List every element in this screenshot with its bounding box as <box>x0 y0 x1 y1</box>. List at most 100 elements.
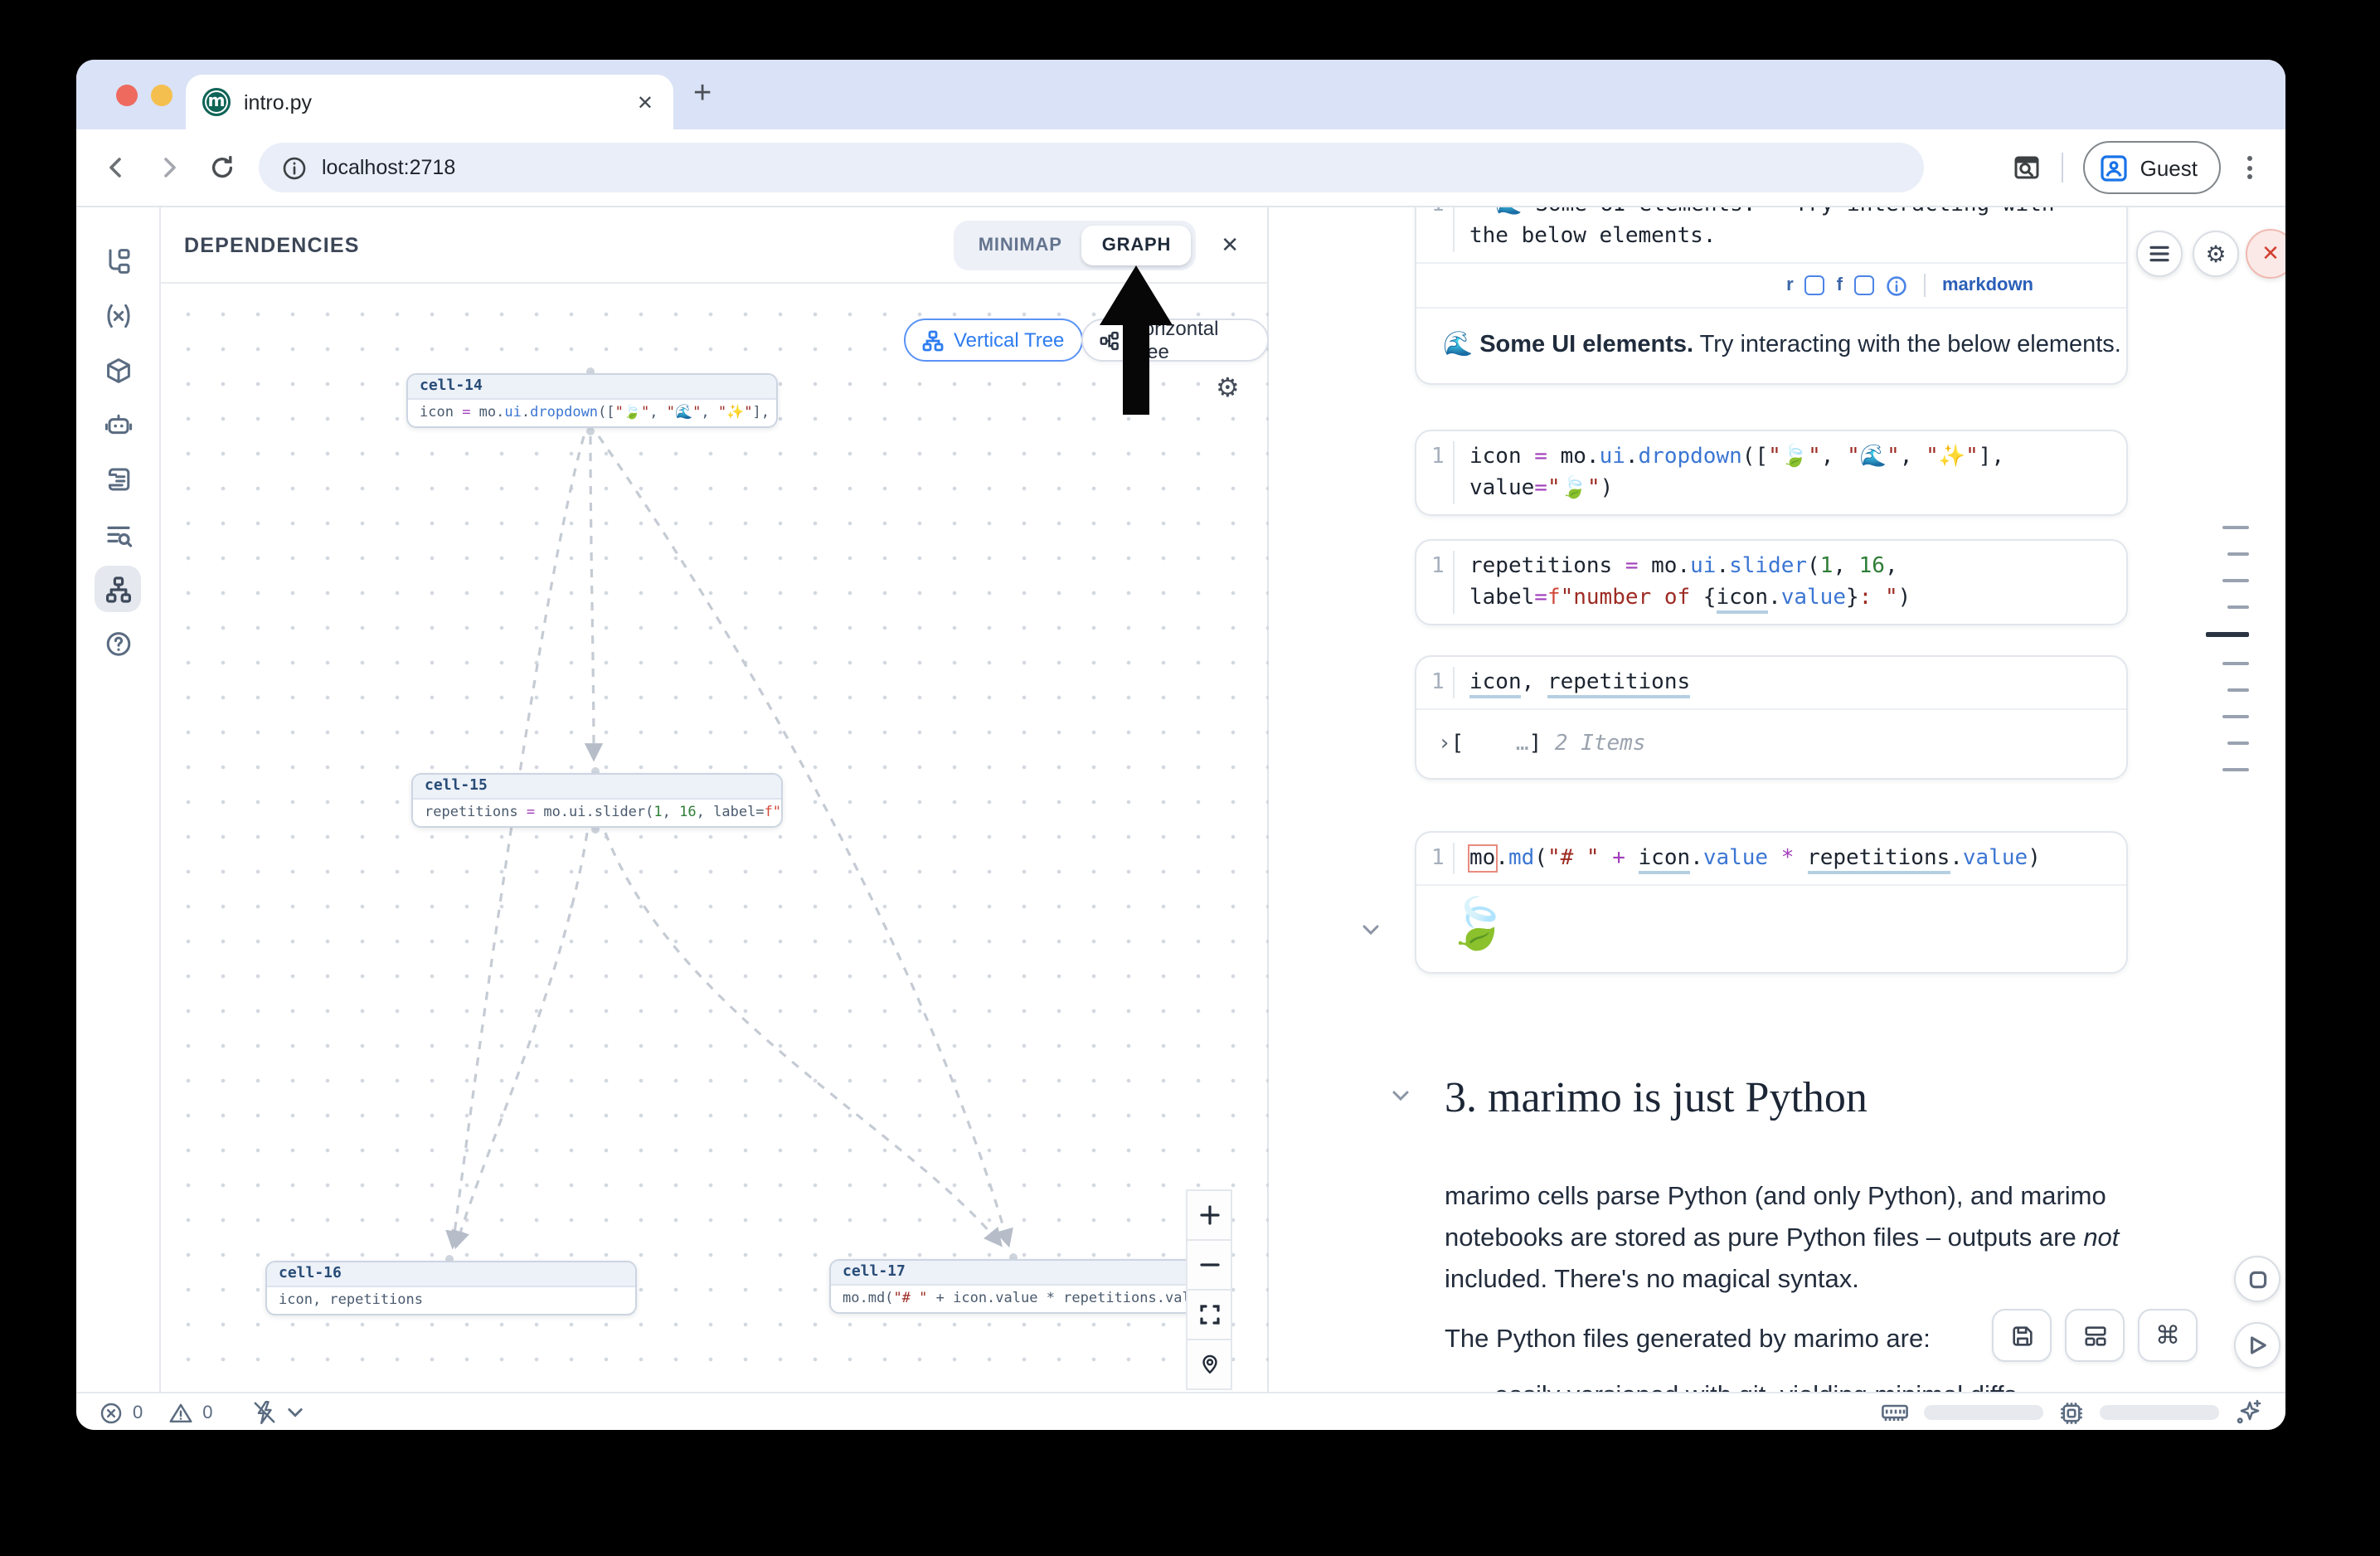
url-text[interactable]: localhost:2718 <box>322 156 455 179</box>
scroll-mark[interactable] <box>2222 579 2249 582</box>
code-line[interactable]: value="🍃") <box>1469 473 2126 504</box>
checkbox-icon[interactable] <box>1854 275 1874 295</box>
forward-icon[interactable] <box>156 154 182 181</box>
dependency-graph-canvas[interactable]: cell-14 icon = mo.ui.dropdown(["🍃", "🌊",… <box>161 284 1269 1392</box>
graph-node-cell-17[interactable]: cell-17 mo.md("# " + icon.value * repeti… <box>829 1259 1201 1314</box>
scroll-mark[interactable] <box>2227 605 2249 609</box>
graph-node-title: cell-14 <box>408 375 776 400</box>
app-sidebar <box>76 207 161 1392</box>
sidebar-item-outline[interactable] <box>95 511 141 557</box>
interrupt-button[interactable] <box>2234 1256 2280 1302</box>
locate-node-button[interactable] <box>1188 1340 1231 1388</box>
back-icon[interactable] <box>103 154 129 181</box>
site-info-icon[interactable] <box>282 155 307 180</box>
close-window-button[interactable] <box>116 85 138 106</box>
errors-icon[interactable] <box>100 1401 123 1424</box>
graph-node-code: icon = mo.ui.dropdown(["🍃", "🌊", "✨"], v… <box>408 400 776 426</box>
info-icon[interactable] <box>1886 275 1907 296</box>
refresh-icon[interactable] <box>209 154 236 181</box>
toolbar-divider <box>2062 153 2064 182</box>
code-line[interactable]: repetitions = mo.ui.slider(1, 16, <box>1469 551 2126 582</box>
panel-close-icon[interactable]: ✕ <box>1216 226 1244 263</box>
sidebar-item-packages[interactable] <box>95 347 141 393</box>
horizontal-tree-button[interactable]: Horizontal Tree <box>1081 318 1269 362</box>
shutdown-button[interactable]: ✕ <box>2246 229 2285 279</box>
collapse-chevron-icon[interactable] <box>1362 924 1380 936</box>
cell-output: 🌊 Some UI elements. Try interacting with… <box>1416 307 2126 383</box>
vertical-tree-icon <box>922 329 944 351</box>
code-line[interactable]: icon = mo.ui.dropdown(["🍃", "🌊", "✨"], <box>1469 441 2126 473</box>
zoom-out-button[interactable] <box>1188 1241 1231 1289</box>
scroll-mark[interactable] <box>2227 552 2249 556</box>
sidebar-item-files[interactable] <box>95 237 141 284</box>
cell-language-label[interactable]: markdown <box>1942 275 2033 295</box>
tab-close-icon[interactable]: ✕ <box>634 87 657 117</box>
command-icon: ⌘ <box>2155 1323 2180 1348</box>
graph-node-cell-15[interactable]: cell-15 repetitions = mo.ui.slider(1, 16… <box>411 773 783 828</box>
code-line[interactable]: **🌊 Some UI elements.** Try interacting … <box>1469 207 2126 221</box>
layout-toggle-button[interactable] <box>2065 1309 2125 1362</box>
graph-node-cell-16[interactable]: cell-16 icon, repetitions <box>265 1261 637 1315</box>
code-line[interactable]: icon, repetitions <box>1469 667 2126 698</box>
horizontal-tree-icon <box>1100 329 1119 351</box>
toolbar-right: Guest <box>2013 141 2285 194</box>
fit-view-button[interactable] <box>1188 1291 1231 1339</box>
cell-slider-code[interactable]: 1 repetitions = mo.ui.slider(1, 16, labe… <box>1415 539 2128 625</box>
line-number: 1 <box>1416 207 1453 252</box>
warnings-icon[interactable] <box>169 1401 192 1424</box>
paragraph-line: notebooks are stored as pure Python file… <box>1445 1218 2119 1259</box>
browser-menu-icon[interactable] <box>2241 149 2259 186</box>
sidebar-item-dependencies[interactable] <box>95 566 141 612</box>
line-number: 1 <box>1416 551 1453 614</box>
url-bar[interactable]: localhost:2718 <box>259 143 1924 192</box>
zoom-in-button[interactable] <box>1188 1191 1231 1239</box>
browser-tab[interactable]: m intro.py ✕ <box>186 75 673 129</box>
graph-settings-gear-icon[interactable]: ⚙ <box>1216 377 1240 403</box>
ai-sparkle-icon[interactable] <box>2234 1398 2262 1427</box>
scroll-mark-active[interactable] <box>2206 632 2249 637</box>
code-line[interactable]: mo.md("# " + icon.value * repetitions.va… <box>1469 843 2126 874</box>
sidebar-item-snippets[interactable] <box>95 456 141 503</box>
minimize-window-button[interactable] <box>151 85 172 106</box>
keyboard-shortcuts-button[interactable]: ⌘ <box>2138 1309 2198 1362</box>
panel-title: DEPENDENCIES <box>184 233 360 256</box>
tab-minimap[interactable]: MINIMAP <box>959 225 1082 265</box>
notebook-settings-button[interactable]: ⚙ <box>2193 231 2239 277</box>
code-line[interactable]: the below elements. <box>1469 221 2126 252</box>
scroll-mark[interactable] <box>2222 526 2249 529</box>
profile-button[interactable]: Guest <box>2084 141 2221 194</box>
cell-markdown-source[interactable]: 1 **🌊 Some UI elements.** Try interactin… <box>1415 207 2128 385</box>
app-content: DEPENDENCIES MINIMAP GRAPH ✕ <box>76 207 2285 1392</box>
stop-icon <box>2248 1270 2266 1288</box>
scroll-mark[interactable] <box>2222 768 2249 771</box>
cell-dropdown-code[interactable]: 1 icon = mo.ui.dropdown(["🍃", "🌊", "✨"],… <box>1415 430 2128 516</box>
play-icon <box>2248 1335 2266 1355</box>
graph-node-cell-14[interactable]: cell-14 icon = mo.ui.dropdown(["🍃", "🌊",… <box>406 373 778 428</box>
sidebar-item-ai-chat[interactable] <box>95 401 141 448</box>
horizontal-tree-label: Horizontal Tree <box>1129 317 1251 363</box>
graph-node-code: repetitions = mo.ui.slider(1, 16, label=… <box>413 800 781 826</box>
sidebar-item-variables[interactable] <box>95 292 141 338</box>
scroll-mark[interactable] <box>2227 742 2249 745</box>
collapsed-list-output[interactable]: ›[ …] 2 Items <box>1416 710 2126 778</box>
graph-edges <box>161 284 1269 1392</box>
search-tabs-icon[interactable] <box>2013 153 2042 182</box>
autorun-disabled-icon[interactable] <box>253 1400 278 1425</box>
code-line[interactable]: label=f"number of {icon.value}: ") <box>1469 582 2126 614</box>
vertical-tree-button[interactable]: Vertical Tree <box>904 318 1082 362</box>
scroll-mark[interactable] <box>2222 715 2249 718</box>
notebook-menu-button[interactable] <box>2136 231 2183 277</box>
scroll-mark[interactable] <box>2222 662 2249 665</box>
run-button[interactable] <box>2234 1322 2280 1369</box>
paragraph-line: marimo cells parse Python (and only Pyth… <box>1445 1176 2119 1218</box>
cell-refs-code[interactable]: 1 icon, repetitions ›[ …] 2 Items <box>1415 655 2128 780</box>
tab-graph[interactable]: GRAPH <box>1082 225 1191 265</box>
sidebar-item-help[interactable] <box>95 620 141 667</box>
section-collapse-chevron-icon[interactable] <box>1392 1090 1410 1101</box>
save-button[interactable] <box>1992 1309 2052 1362</box>
cell-md-call-code[interactable]: 1 mo.md("# " + icon.value * repetitions.… <box>1415 831 2128 974</box>
scroll-mark[interactable] <box>2227 688 2249 692</box>
checkbox-icon[interactable] <box>1805 275 1825 295</box>
new-tab-button[interactable]: + <box>693 76 712 113</box>
chevron-down-icon[interactable] <box>288 1407 304 1418</box>
